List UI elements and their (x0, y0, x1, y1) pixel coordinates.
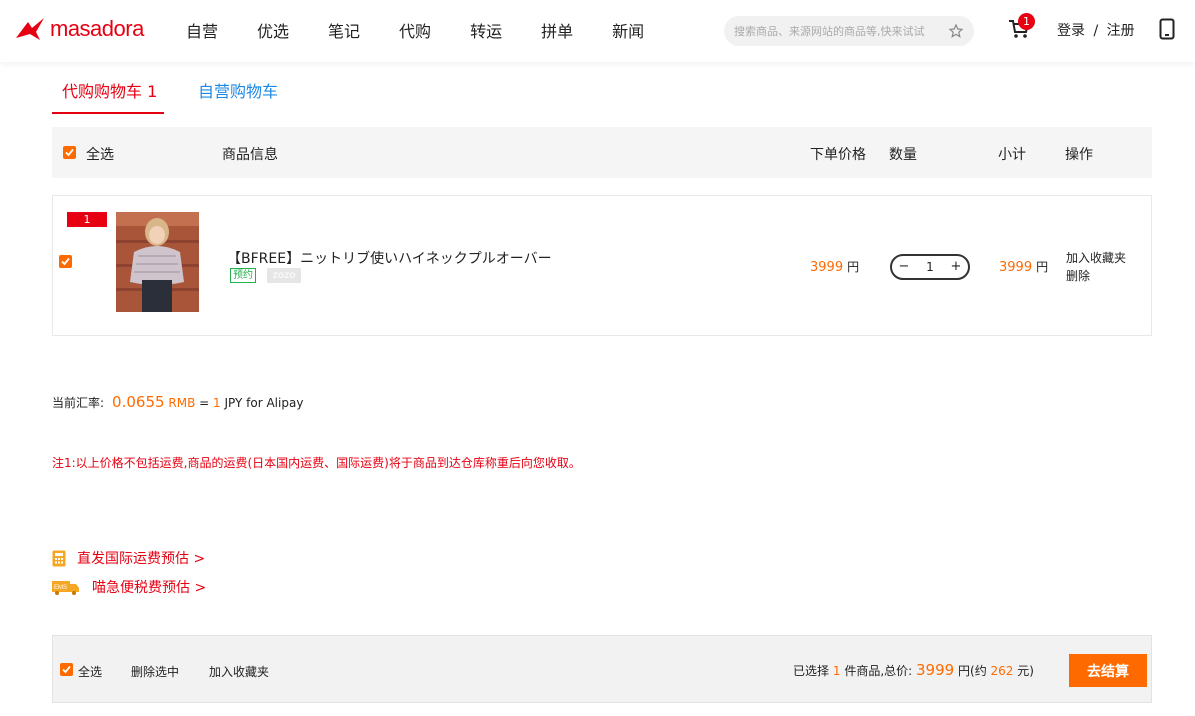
nav-item-zhuanyun[interactable]: 转运 (470, 18, 502, 42)
masadora-logo[interactable]: masadora (14, 14, 144, 44)
nav-item-pindan[interactable]: 拼单 (541, 18, 573, 42)
total-rmb: 262 (990, 664, 1014, 678)
selected-count: 1 (832, 664, 841, 678)
subtotal-value: 3999 (999, 260, 1033, 275)
search-input[interactable] (734, 16, 944, 46)
order-price-unit: 円 (847, 260, 860, 274)
item-checkbox[interactable] (59, 255, 72, 268)
nav-item-xinwen[interactable]: 新闻 (612, 18, 644, 42)
tax-estimate-row: EMS 喵急便税费预估 > (52, 577, 206, 597)
cart-count-badge: 1 (1018, 13, 1035, 30)
logo-bird-icon (16, 18, 44, 40)
col-header-price: 下单价格 (810, 147, 866, 163)
main-nav: 自营 优选 笔记 代购 转运 拼单 新闻 (186, 18, 683, 42)
order-price: 3999 円 (810, 258, 859, 275)
total-price: 3999 (916, 661, 955, 679)
rate-one: 1 (213, 396, 221, 410)
search-icon[interactable] (948, 23, 964, 39)
cart-table-header: 全选 商品信息 下单价格 数量 小计 操作 (52, 127, 1152, 178)
footer-select-all-checkbox[interactable] (60, 663, 73, 676)
exchange-rate: 当前汇率: 0.0655 RMB = 1 JPY for Alipay (52, 393, 303, 411)
col-header-subtotal: 小计 (998, 147, 1026, 163)
nav-item-daigou[interactable]: 代购 (399, 18, 431, 42)
preorder-tag: 预约 (230, 268, 256, 283)
total-rmb-unit: 元) (1017, 664, 1034, 678)
quantity-increase-button[interactable]: + (949, 259, 963, 275)
selected-suffix: 件商品,总价: (844, 664, 913, 678)
footer-add-favorite-button[interactable]: 加入收藏夹 (209, 663, 269, 680)
add-to-favorites-link[interactable]: 加入收藏夹 (1066, 249, 1126, 266)
delete-selected-button[interactable]: 删除选中 (131, 663, 179, 680)
subtotal-unit: 円 (1036, 260, 1049, 274)
checkmark-icon (65, 148, 74, 157)
calculator-icon (52, 550, 66, 566)
product-photo (116, 212, 199, 312)
register-link[interactable]: 注册 (1107, 23, 1135, 39)
selected-prefix: 已选择 (793, 664, 830, 678)
quantity-input[interactable] (915, 258, 945, 276)
search-box (724, 16, 974, 46)
tab-daigou-cart[interactable]: 代购购物车 1 (62, 78, 157, 102)
quantity-decrease-button[interactable]: − (897, 259, 911, 275)
shipping-estimate-link[interactable]: 直发国际运费预估 > (77, 548, 205, 568)
col-header-info: 商品信息 (222, 147, 278, 163)
product-title[interactable]: 【BFREE】ニットリブ使いハイネックプルオーバー (227, 248, 552, 268)
tax-estimate-link[interactable]: 喵急便税费预估 > (92, 577, 206, 597)
order-price-value: 3999 (810, 260, 844, 275)
shipping-fee-note: 注1:以上价格不包括运费,商品的运费(日本国内运费、国际运费)将于商品到达仓库称… (52, 456, 581, 470)
order-summary: 已选择 1 件商品,总价: 3999 円(约 262 元) (793, 661, 1034, 679)
nav-item-ziying[interactable]: 自营 (186, 18, 218, 42)
rate-value: 0.0655 (112, 393, 165, 411)
delete-item-link[interactable]: 删除 (1066, 267, 1090, 284)
checkout-button[interactable]: 去结算 (1069, 654, 1147, 687)
quantity-stepper: − + (890, 254, 970, 280)
select-all-checkbox[interactable] (63, 146, 76, 159)
nav-item-biji[interactable]: 笔记 (328, 18, 360, 42)
rate-equals: = (199, 396, 210, 410)
product-thumbnail[interactable] (116, 212, 199, 312)
login-separator: / (1093, 23, 1099, 39)
tab-ziying-cart[interactable]: 自营购物车 (198, 78, 278, 102)
active-tab-underline (52, 112, 164, 114)
source-site-tag: zozo (267, 268, 301, 283)
checkout-bar: 全选 删除选中 加入收藏夹 已选择 1 件商品,总价: 3999 円(约 262… (52, 635, 1152, 703)
shipping-estimate-row: 直发国际运费预估 > (52, 548, 205, 568)
ems-label: EMS (54, 585, 67, 591)
footer-select-all-label[interactable]: 全选 (78, 663, 102, 680)
rate-label: 当前汇率: (52, 396, 105, 410)
login-link[interactable]: 登录 (1057, 23, 1085, 39)
login-register: 登录 / 注册 (1057, 20, 1135, 40)
rate-jpy: JPY for Alipay (224, 396, 304, 410)
total-unit: 円(约 (958, 664, 987, 678)
item-subtotal: 3999 円 (999, 258, 1048, 275)
checkmark-icon (61, 257, 70, 266)
logo-text: masadora (50, 16, 144, 41)
top-header: masadora 自营 优选 笔记 代购 转运 拼单 新闻 1 登录 / 注册 (0, 0, 1195, 62)
ems-truck-icon: EMS (52, 580, 79, 595)
mobile-app-icon[interactable] (1159, 18, 1175, 40)
select-all-label[interactable]: 全选 (86, 144, 114, 164)
col-header-ops: 操作 (1065, 147, 1093, 163)
checkmark-icon (62, 665, 71, 674)
nav-item-youxuan[interactable]: 优选 (257, 18, 289, 42)
cart-item-row: 1 【BFREE】ニットリブ使いハイネックプルオーバー 预约 zozo 3999… (52, 195, 1152, 336)
item-index-badge: 1 (67, 212, 107, 227)
col-header-qty: 数量 (889, 147, 917, 163)
rate-rmb: RMB (168, 396, 196, 410)
